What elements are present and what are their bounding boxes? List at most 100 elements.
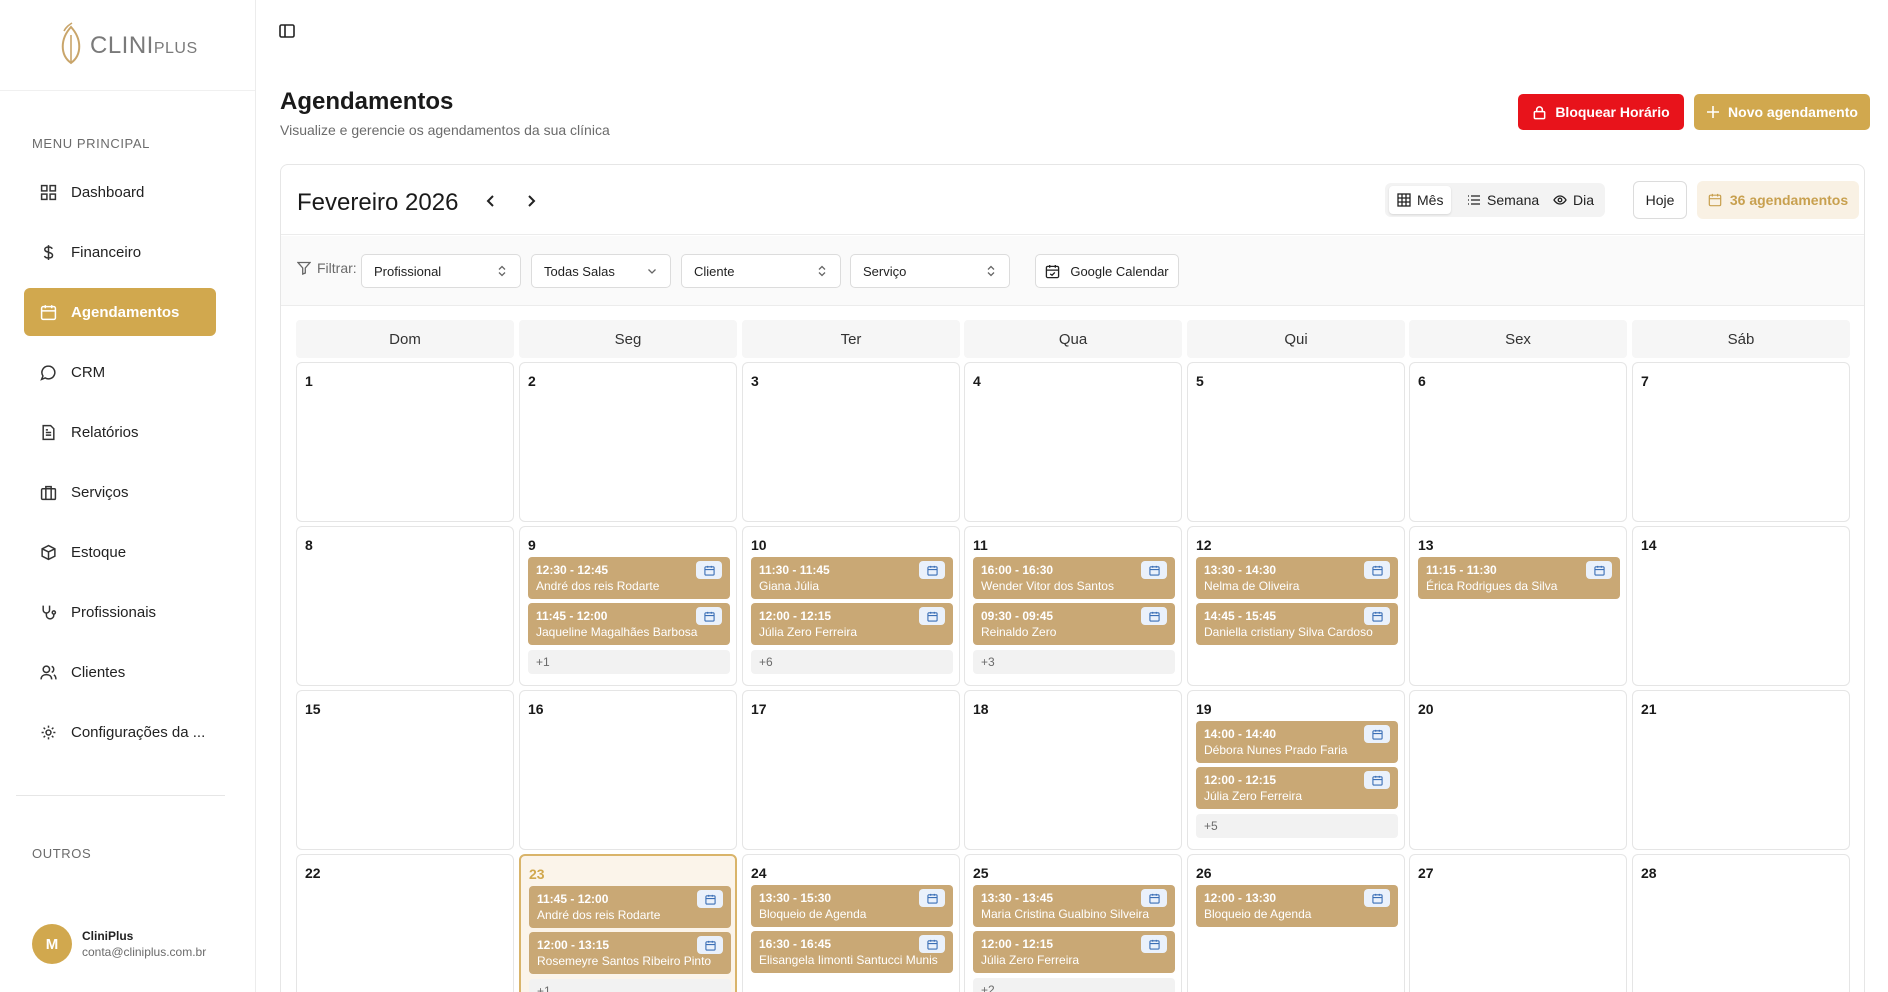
- app-root: CLINIPLUS MENU PRINCIPAL Dashboard Finan…: [0, 0, 1888, 992]
- sidebar: CLINIPLUS MENU PRINCIPAL Dashboard Finan…: [0, 0, 256, 992]
- user-profile[interactable]: M CliniPlus conta@cliniplus.com.br: [32, 924, 206, 964]
- appointment-event[interactable]: 16:30 - 16:45 Elisangela Iimonti Santucci…: [751, 931, 953, 973]
- appointment-event[interactable]: 12:00 - 12:15 Júlia Zero Ferreira: [973, 931, 1175, 973]
- event-calendar-icon: [1141, 935, 1167, 953]
- view-week-button[interactable]: Semana: [1459, 186, 1547, 214]
- calendar-day-cell[interactable]: 19 14:00 - 14:40 Débora Nunes Prado Faria 1…: [1187, 690, 1405, 850]
- calendar-day-cell[interactable]: 28: [1632, 854, 1850, 992]
- sidebar-item-estoque[interactable]: Estoque: [24, 528, 216, 576]
- sidebar-item-relatorios[interactable]: Relatórios: [24, 408, 216, 456]
- sidebar-item-label: Serviços: [71, 483, 129, 501]
- sidebar-item-agendamentos[interactable]: Agendamentos: [24, 288, 216, 336]
- appointment-event[interactable]: 11:15 - 11:30 Érica Rodrigues da Silva: [1418, 557, 1620, 599]
- more-events-link[interactable]: +5: [1196, 814, 1398, 838]
- dashboard-icon: [40, 184, 57, 200]
- calendar-day-cell[interactable]: 11 16:00 - 16:30 Wender Vitor dos Santos 09…: [964, 526, 1182, 686]
- brand-logo[interactable]: CLINIPLUS: [56, 21, 198, 72]
- calendar-day-cell[interactable]: 14: [1632, 526, 1850, 686]
- calendar-day-cell[interactable]: 8: [296, 526, 514, 686]
- more-events-link[interactable]: +3: [973, 650, 1175, 674]
- calendar-day-cell[interactable]: 24 13:30 - 15:30 Bloqueio de Agenda 16:30 -…: [742, 854, 960, 992]
- appointment-event[interactable]: 16:00 - 16:30 Wender Vitor dos Santos: [973, 557, 1175, 599]
- calendar-day-cell[interactable]: 17: [742, 690, 960, 850]
- appointment-event[interactable]: 13:30 - 15:30 Bloqueio de Agenda: [751, 885, 953, 927]
- rooms-select[interactable]: Todas Salas: [531, 254, 671, 288]
- calendar-day-cell[interactable]: 12 13:30 - 14:30 Nelma de Oliveira 14:45 - …: [1187, 526, 1405, 686]
- calendar-day-cell[interactable]: 26 12:00 - 13:30 Bloqueio de Agenda: [1187, 854, 1405, 992]
- chevron-right-icon[interactable]: [521, 191, 541, 211]
- leaf-logo-icon: [56, 21, 86, 72]
- sidebar-item-financeiro[interactable]: Financeiro: [24, 228, 216, 276]
- calendar-day-cell[interactable]: 20: [1409, 690, 1627, 850]
- calendar-day-cell[interactable]: 1: [296, 362, 514, 522]
- report-icon: [42, 424, 55, 440]
- calendar-day-cell[interactable]: 6: [1409, 362, 1627, 522]
- appointment-event[interactable]: 12:00 - 13:30 Bloqueio de Agenda: [1196, 885, 1398, 927]
- lock-icon: [1533, 105, 1546, 119]
- calendar-day-cell[interactable]: 3: [742, 362, 960, 522]
- day-number: 28: [1641, 865, 1657, 881]
- calendar-day-cell[interactable]: 27: [1409, 854, 1627, 992]
- calendar-day-cell[interactable]: 7: [1632, 362, 1850, 522]
- view-month-button[interactable]: Mês: [1389, 186, 1452, 214]
- weekday-header: Seg: [519, 320, 737, 358]
- page-subtitle: Visualize e gerencie os agendamentos da …: [280, 122, 610, 138]
- appointment-event[interactable]: 12:30 - 12:45 André dos reis Rodarte: [528, 557, 730, 599]
- calendar-day-cell[interactable]: 25 13:30 - 13:45 Maria Cristina Gualbino S…: [964, 854, 1182, 992]
- more-events-link[interactable]: +1: [529, 979, 731, 992]
- calendar-day-cell[interactable]: 10 11:30 - 11:45 Giana Júlia 12:00 - 12:15 J…: [742, 526, 960, 686]
- appointment-event[interactable]: 12:00 - 12:15 Júlia Zero Ferreira: [751, 603, 953, 645]
- day-number: 15: [305, 701, 321, 717]
- more-events-link[interactable]: +2: [973, 978, 1175, 992]
- appointment-event[interactable]: 09:30 - 09:45 Reinaldo Zero: [973, 603, 1175, 645]
- client-select[interactable]: Cliente: [681, 254, 841, 288]
- new-appointment-button[interactable]: Novo agendamento: [1694, 94, 1870, 130]
- more-events-link[interactable]: +6: [751, 650, 953, 674]
- sidebar-toggle-icon[interactable]: [278, 22, 296, 40]
- calendar-day-cell[interactable]: 5: [1187, 362, 1405, 522]
- chevron-left-icon[interactable]: [481, 191, 501, 211]
- day-number: 24: [751, 865, 767, 881]
- calendar-day-cell[interactable]: 13 11:15 - 11:30 Érica Rodrigues da Silva: [1409, 526, 1627, 686]
- calendar-day-cell[interactable]: 16: [519, 690, 737, 850]
- block-time-button[interactable]: Bloquear Horário: [1518, 94, 1684, 130]
- appointment-event[interactable]: 13:30 - 13:45 Maria Cristina Gualbino Sil…: [973, 885, 1175, 927]
- appointment-event[interactable]: 11:30 - 11:45 Giana Júlia: [751, 557, 953, 599]
- service-select[interactable]: Serviço: [850, 254, 1010, 288]
- appointments-count-badge: 36 agendamentos: [1697, 181, 1859, 219]
- calendar-day-cell[interactable]: 23 11:45 - 12:00 André dos reis Rodarte 12:…: [519, 854, 737, 992]
- day-number: 6: [1418, 373, 1426, 389]
- calendar-day-cell[interactable]: 18: [964, 690, 1182, 850]
- sidebar-item-profissionais[interactable]: Profissionais: [24, 588, 216, 636]
- calendar-day-cell[interactable]: 9 12:30 - 12:45 André dos reis Rodarte 11:4…: [519, 526, 737, 686]
- appointment-event[interactable]: 11:45 - 12:00 André dos reis Rodarte: [529, 886, 731, 928]
- calendar-day-cell[interactable]: 22: [296, 854, 514, 992]
- sidebar-item-configuracoes[interactable]: Configurações da ...: [24, 708, 216, 756]
- sidebar-item-crm[interactable]: CRM: [24, 348, 216, 396]
- professional-select[interactable]: Profissional: [361, 254, 521, 288]
- view-day-button[interactable]: Dia: [1545, 186, 1602, 214]
- google-calendar-button[interactable]: Google Calendar: [1035, 254, 1179, 288]
- calendar-day-cell[interactable]: 21: [1632, 690, 1850, 850]
- more-events-link[interactable]: +1: [528, 650, 730, 674]
- calendar-day-cell[interactable]: 2: [519, 362, 737, 522]
- event-time: 14:00 - 14:40: [1204, 727, 1277, 741]
- sidebar-item-dashboard[interactable]: Dashboard: [24, 168, 216, 216]
- calendar-day-cell[interactable]: 15: [296, 690, 514, 850]
- sidebar-item-servicos[interactable]: Serviços: [24, 468, 216, 516]
- appointment-event[interactable]: 14:00 - 14:40 Débora Nunes Prado Faria: [1196, 721, 1398, 763]
- appointment-event[interactable]: 13:30 - 14:30 Nelma de Oliveira: [1196, 557, 1398, 599]
- sidebar-item-label: Dashboard: [71, 183, 145, 201]
- sidebar-item-clientes[interactable]: Clientes: [24, 648, 216, 696]
- day-number: 13: [1418, 537, 1434, 553]
- brand-name: CLINIPLUS: [90, 32, 198, 59]
- day-number: 12: [1196, 537, 1212, 553]
- appointment-event[interactable]: 14:45 - 15:45 Daniella cristiany Silva Ca…: [1196, 603, 1398, 645]
- appointment-event[interactable]: 12:00 - 12:15 Júlia Zero Ferreira: [1196, 767, 1398, 809]
- day-number: 19: [1196, 701, 1212, 717]
- event-calendar-icon: [697, 890, 723, 908]
- calendar-day-cell[interactable]: 4: [964, 362, 1182, 522]
- appointment-event[interactable]: 11:45 - 12:00 Jaqueline Magalhães Barbosa: [528, 603, 730, 645]
- today-button[interactable]: Hoje: [1633, 181, 1687, 219]
- appointment-event[interactable]: 12:00 - 13:15 Rosemeyre Santos Ribeiro Pi…: [529, 932, 731, 974]
